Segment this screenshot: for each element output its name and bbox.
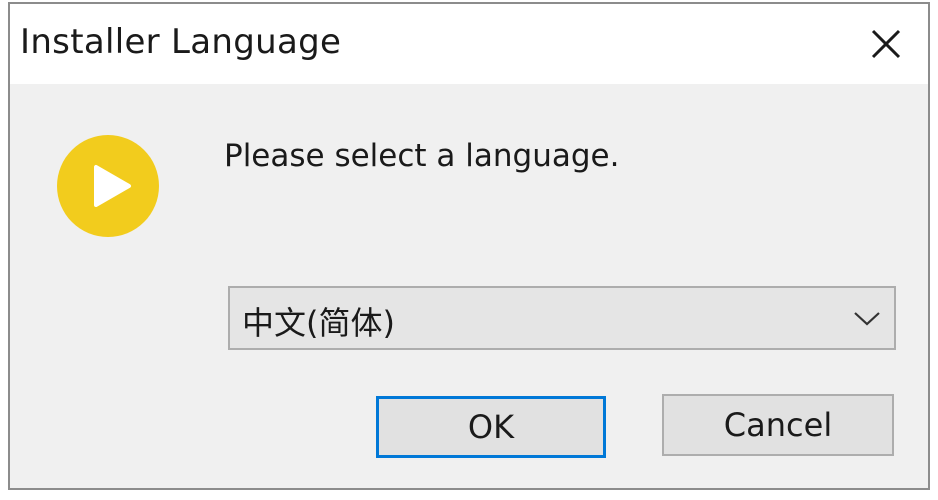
close-button[interactable]	[856, 14, 916, 74]
title-bar: Installer Language	[10, 4, 928, 84]
close-icon	[871, 29, 901, 59]
installer-language-dialog: Installer Language Please select a langu…	[8, 2, 930, 490]
window-title: Installer Language	[20, 22, 342, 62]
chevron-down-icon	[852, 308, 882, 330]
cancel-button[interactable]: Cancel	[662, 394, 894, 456]
prompt-text: Please select a language.	[224, 138, 620, 174]
language-select-value: 中文(简体)	[242, 304, 395, 342]
ok-button[interactable]: OK	[376, 396, 606, 458]
language-select[interactable]: 中文(简体)	[228, 286, 896, 350]
play-circle-icon	[56, 134, 160, 238]
